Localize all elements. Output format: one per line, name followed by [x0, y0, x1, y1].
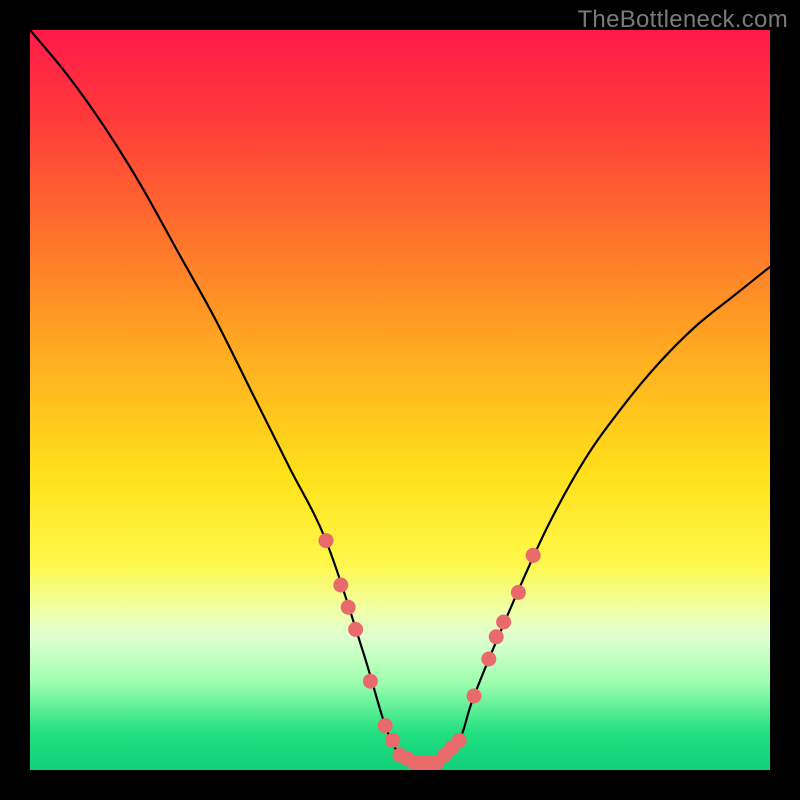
- highlight-dot: [385, 733, 400, 748]
- watermark-text: TheBottleneck.com: [577, 6, 788, 34]
- highlight-dot: [341, 600, 356, 615]
- highlight-dot: [319, 533, 334, 548]
- highlight-dot: [363, 674, 378, 689]
- highlight-dot: [348, 622, 363, 637]
- highlight-dot: [333, 578, 348, 593]
- highlight-dot: [511, 585, 526, 600]
- highlight-dot: [489, 629, 504, 644]
- highlight-dot: [378, 718, 393, 733]
- highlight-dot: [467, 689, 482, 704]
- highlight-dot: [496, 615, 511, 630]
- highlight-dots-group: [319, 533, 541, 770]
- bottleneck-curve: [30, 30, 770, 765]
- chart-frame: [30, 30, 770, 770]
- highlight-dot: [526, 548, 541, 563]
- highlight-dot: [481, 652, 496, 667]
- chart-svg: [30, 30, 770, 770]
- highlight-dot: [452, 733, 467, 748]
